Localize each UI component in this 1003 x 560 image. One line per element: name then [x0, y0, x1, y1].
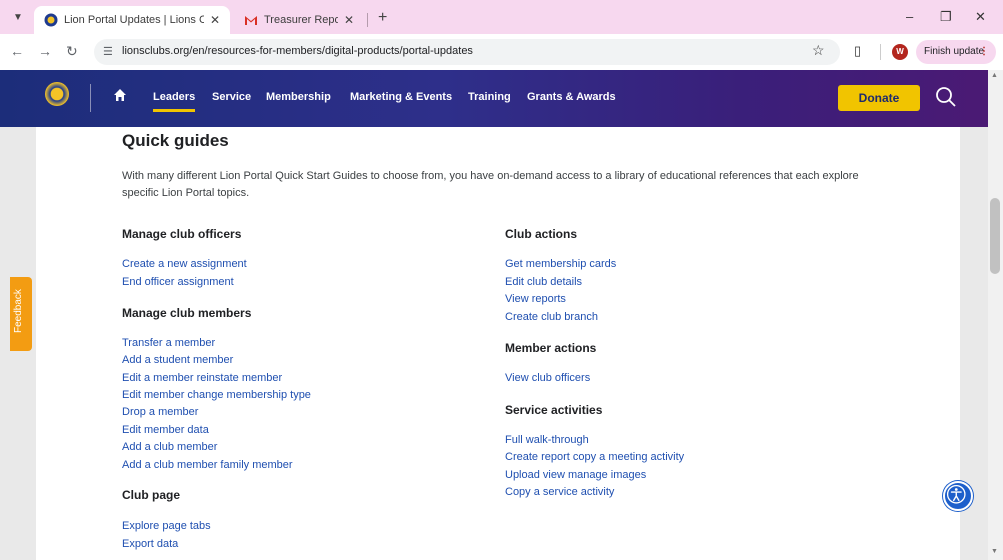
kebab-menu-icon: ⋮: [979, 46, 989, 57]
site-info-icon[interactable]: ☰: [103, 45, 113, 58]
nav-link-leaders[interactable]: Leaders: [153, 91, 196, 112]
lions-favicon-icon: [44, 13, 58, 27]
nav-link-service[interactable]: Service: [212, 91, 251, 103]
feedback-tab[interactable]: Feedback: [10, 277, 32, 351]
link-copy-service-activity[interactable]: Copy a service activity: [505, 486, 614, 498]
link-upload-view-manage-images[interactable]: Upload view manage images: [505, 469, 646, 481]
link-edit-change-membership-type[interactable]: Edit member change membership type: [122, 389, 311, 401]
feedback-label: Feedback: [13, 289, 24, 333]
link-edit-member-data[interactable]: Edit member data: [122, 424, 209, 436]
link-drop-member[interactable]: Drop a member: [122, 406, 198, 418]
forward-icon[interactable]: →: [38, 43, 52, 59]
close-window-icon[interactable]: ✕: [975, 9, 986, 25]
link-add-club-member[interactable]: Add a club member: [122, 441, 217, 453]
site-header: Leaders Service Membership Marketing & E…: [0, 70, 988, 127]
link-get-membership-cards[interactable]: Get membership cards: [505, 258, 616, 270]
restore-icon[interactable]: ❐: [940, 9, 952, 25]
section-heading-service-activities: Service activities: [505, 403, 603, 417]
scroll-up-icon[interactable]: ▲: [991, 72, 998, 79]
link-add-club-family-member[interactable]: Add a club member family member: [122, 459, 293, 471]
intro-paragraph: With many different Lion Portal Quick St…: [122, 170, 859, 199]
finish-update-label: Finish update: [924, 46, 985, 57]
section-heading-member-actions: Member actions: [505, 341, 597, 355]
link-export-data[interactable]: Export data: [122, 538, 178, 550]
toolbar-divider: [880, 44, 881, 60]
link-full-walk-through[interactable]: Full walk-through: [505, 434, 589, 446]
nav-link-membership[interactable]: Membership: [266, 91, 331, 103]
accessibility-icon: [946, 484, 966, 504]
page-scrollbar[interactable]: ▲ ▼: [988, 70, 1003, 560]
reload-icon[interactable]: ↻: [66, 43, 78, 60]
link-end-officer-assignment[interactable]: End officer assignment: [122, 276, 234, 288]
link-view-reports[interactable]: View reports: [505, 293, 566, 305]
link-create-report-copy-meeting[interactable]: Create report copy a meeting activity: [505, 451, 684, 463]
search-icon[interactable]: [935, 86, 957, 108]
lions-logo[interactable]: [45, 82, 69, 106]
browser-tab-treasurer-report[interactable]: Treasurer Report - cs22w2425@ ✕: [234, 6, 364, 34]
page-title: Quick guides: [122, 131, 229, 150]
gmail-favicon-icon: [245, 16, 257, 25]
nav-link-marketing-events[interactable]: Marketing & Events: [350, 91, 452, 103]
link-add-student-member[interactable]: Add a student member: [122, 354, 233, 366]
address-url: lionsclubs.org/en/resources-for-members/…: [122, 45, 473, 57]
close-tab-icon[interactable]: ✕: [210, 13, 220, 27]
section-heading-manage-members: Manage club members: [122, 306, 252, 320]
nav-link-grants-awards[interactable]: Grants & Awards: [527, 91, 616, 103]
tab-search-chevron-icon[interactable]: ▼: [10, 10, 26, 26]
link-edit-club-details[interactable]: Edit club details: [505, 276, 582, 288]
link-create-club-branch[interactable]: Create club branch: [505, 311, 598, 323]
link-create-new-assignment[interactable]: Create a new assignment: [122, 258, 247, 270]
donate-button[interactable]: Donate: [838, 85, 920, 111]
bookmark-star-icon[interactable]: ☆: [812, 42, 825, 59]
scroll-down-icon[interactable]: ▼: [991, 548, 998, 555]
close-tab-icon[interactable]: ✕: [344, 13, 354, 27]
back-icon[interactable]: ←: [10, 43, 24, 59]
section-heading-manage-officers: Manage club officers: [122, 227, 242, 241]
home-icon[interactable]: [113, 88, 127, 102]
minimize-icon[interactable]: –: [906, 9, 913, 24]
link-transfer-member[interactable]: Transfer a member: [122, 337, 215, 349]
tab-separator: [367, 13, 368, 27]
finish-update-button[interactable]: Finish update ⋮: [916, 40, 996, 64]
browser-toolbar: ← → ↻ ☰ lionsclubs.org/en/resources-for-…: [0, 34, 1003, 70]
tab-title: Lion Portal Updates | Lions Club: [64, 14, 204, 26]
address-bar[interactable]: ☰ lionsclubs.org/en/resources-for-member…: [94, 39, 840, 65]
browser-tab-strip: ▼ Lion Portal Updates | Lions Club ✕ Tre…: [0, 0, 1003, 34]
nav-link-training[interactable]: Training: [468, 91, 511, 103]
profile-avatar[interactable]: W: [892, 44, 908, 60]
new-tab-button[interactable]: +: [378, 9, 387, 27]
link-view-club-officers[interactable]: View club officers: [505, 372, 590, 384]
link-explore-page-tabs[interactable]: Explore page tabs: [122, 520, 211, 532]
header-divider: [90, 84, 91, 112]
tab-title: Treasurer Report - cs22w2425@: [264, 14, 338, 26]
browser-tab-lion-portal[interactable]: Lion Portal Updates | Lions Club ✕: [34, 6, 230, 34]
link-edit-reinstate-member[interactable]: Edit a member reinstate member: [122, 372, 282, 384]
scrollbar-thumb[interactable]: [990, 198, 1000, 274]
section-heading-club-actions: Club actions: [505, 227, 578, 241]
accessibility-button[interactable]: [943, 481, 973, 511]
extensions-icon[interactable]: ▯: [854, 43, 861, 59]
section-heading-club-page: Club page: [122, 488, 181, 502]
